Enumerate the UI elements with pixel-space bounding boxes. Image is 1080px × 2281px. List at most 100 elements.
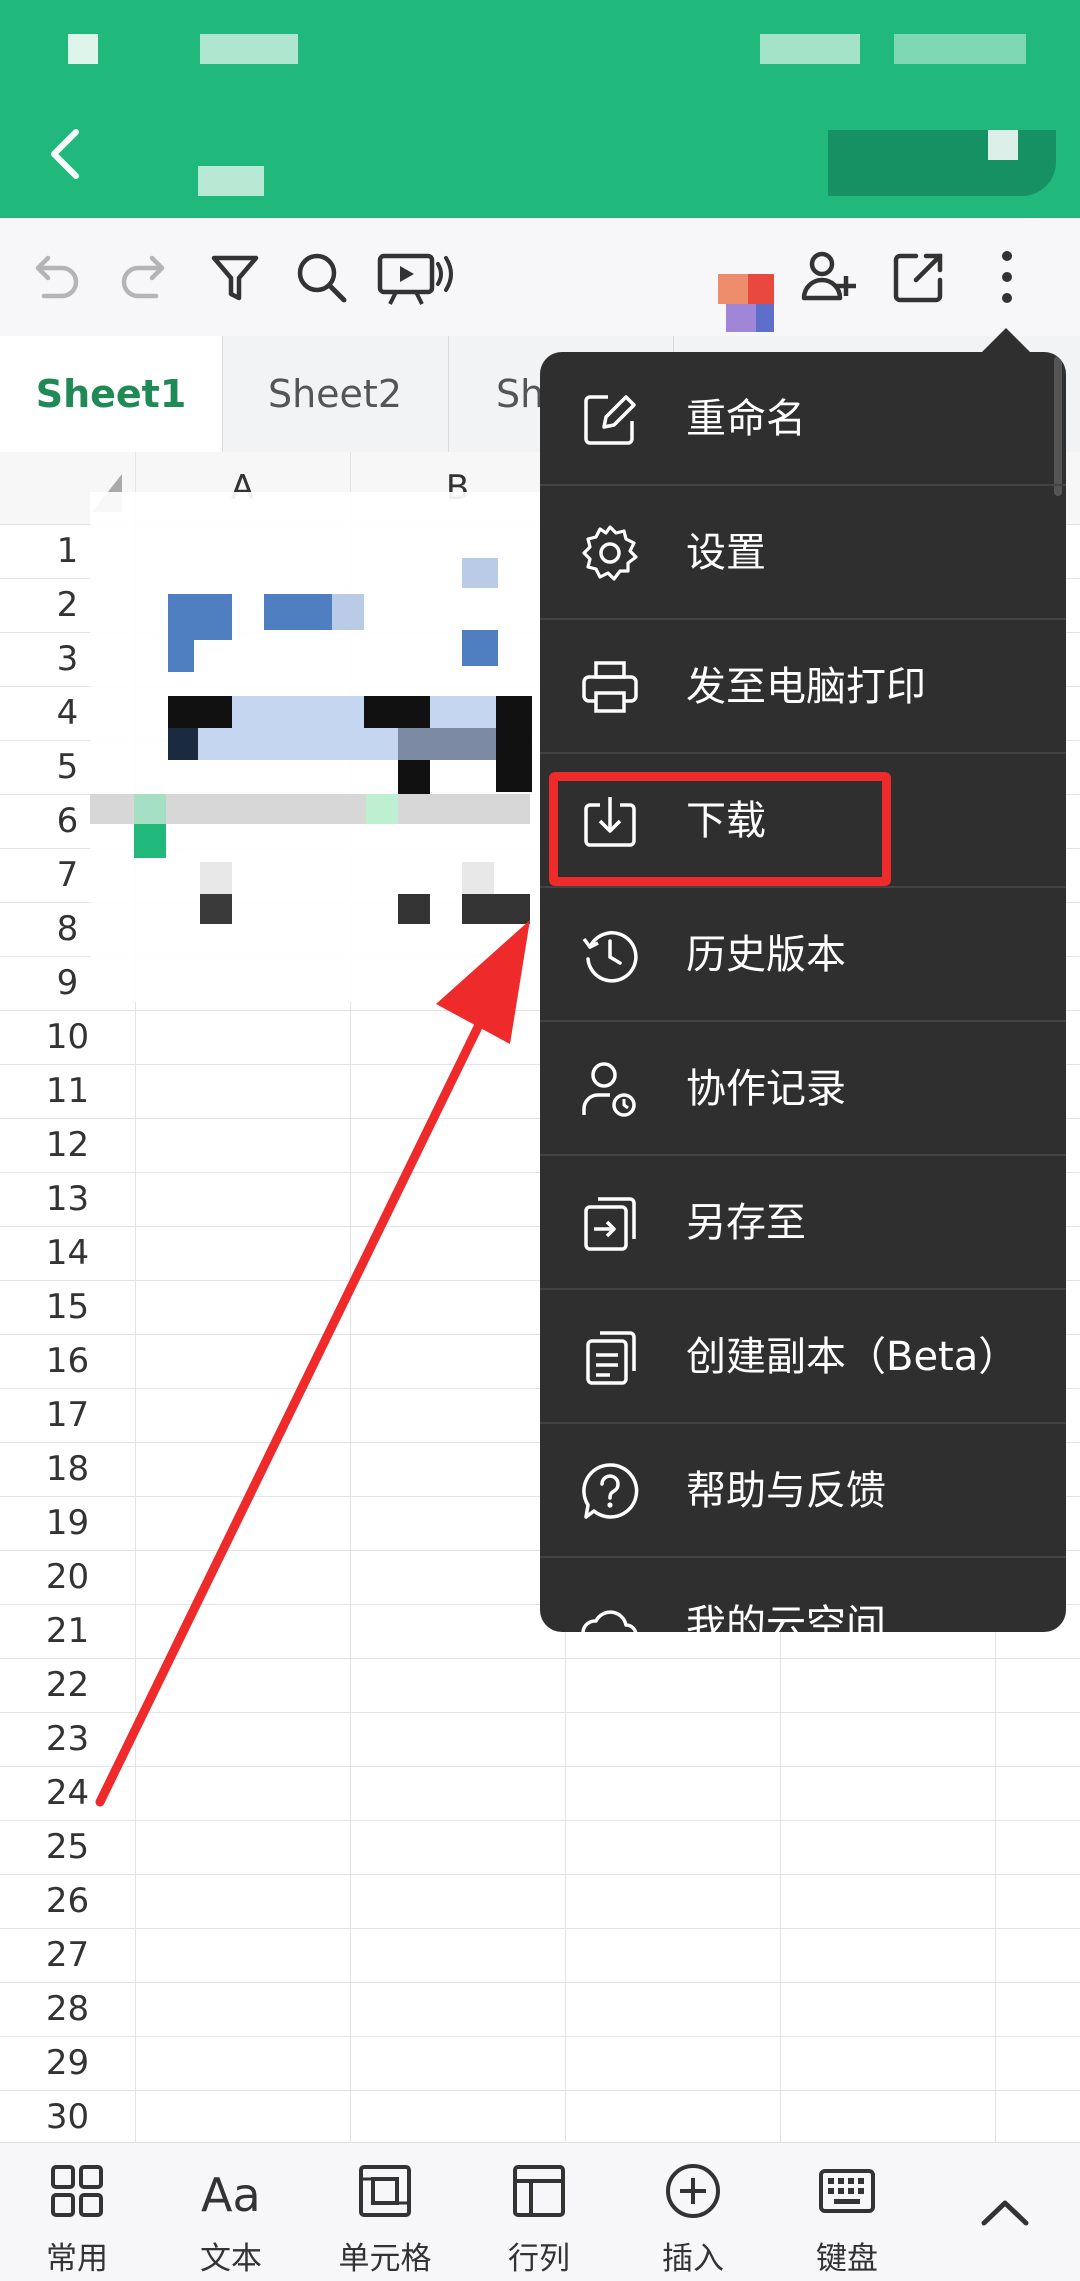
copy-document-icon <box>586 1331 636 1385</box>
row-header[interactable]: 11 <box>0 1064 135 1118</box>
row-gridline <box>0 1982 1080 1983</box>
redacted-title-block <box>168 594 232 640</box>
history-icon <box>582 931 638 983</box>
menu-item-cloud-space[interactable]: 我的云空间 <box>540 1558 1066 1632</box>
menu-item-label: 发至电脑打印 <box>686 664 926 710</box>
tab-sheet2[interactable]: Sheet2 <box>222 336 449 452</box>
cell-icon <box>359 2165 411 2217</box>
row-header[interactable]: 21 <box>0 1604 135 1658</box>
bottom-item-label: 单元格 <box>338 2241 432 2277</box>
bottom-item-cell[interactable]: 单元格 <box>308 2143 462 2281</box>
redacted-header-row <box>364 696 430 728</box>
row-header[interactable]: 28 <box>0 1982 135 2036</box>
svg-text:Aa: Aa <box>201 2168 261 2221</box>
menu-item-print[interactable]: 发至电脑打印 <box>540 620 1066 754</box>
filter-button[interactable] <box>202 244 268 310</box>
bottom-item-text[interactable]: Aa 文本 <box>154 2143 308 2281</box>
avatar-pixel-3 <box>726 304 756 332</box>
bottom-item-label: 行列 <box>508 2241 570 2277</box>
redacted-status-right <box>760 34 860 64</box>
add-collaborator-button[interactable] <box>796 244 862 310</box>
row-header[interactable]: 26 <box>0 1874 135 1928</box>
row-header[interactable]: 20 <box>0 1550 135 1604</box>
header-action-button[interactable] <box>828 130 1056 196</box>
row-gridline <box>0 1928 1080 1929</box>
avatar[interactable] <box>700 236 786 332</box>
app-header <box>0 0 1080 218</box>
row-header[interactable]: 24 <box>0 1766 135 1820</box>
redacted-title <box>198 166 264 196</box>
redacted-header-row <box>430 696 496 728</box>
chevron-up-icon <box>981 2200 1029 2226</box>
menu-item-history[interactable]: 历史版本 <box>540 888 1066 1022</box>
bottom-item-row-column[interactable]: 行列 <box>462 2143 616 2281</box>
printer-icon <box>582 661 638 713</box>
row-header[interactable]: 25 <box>0 1820 135 1874</box>
redacted-header-row <box>168 696 232 728</box>
row-header[interactable]: 10 <box>0 1010 135 1064</box>
bottom-item-keyboard[interactable]: 键盘 <box>770 2143 924 2281</box>
row-header[interactable]: 18 <box>0 1442 135 1496</box>
rename-icon <box>584 395 636 445</box>
share-button[interactable] <box>886 244 952 310</box>
redacted-title-block <box>168 640 194 672</box>
redo-button[interactable] <box>112 244 178 310</box>
redacted-row <box>496 728 532 792</box>
bottom-item-label: 常用 <box>46 2241 108 2277</box>
redacted-row-8 <box>200 862 232 894</box>
row-header[interactable]: 13 <box>0 1172 135 1226</box>
search-button[interactable] <box>288 244 354 310</box>
presentation-button[interactable] <box>374 244 458 310</box>
annotation-highlight-box <box>549 772 891 886</box>
row-header[interactable]: 19 <box>0 1496 135 1550</box>
share-icon <box>893 253 943 303</box>
redacted-action-label <box>988 130 1018 160</box>
help-icon <box>582 1463 639 1519</box>
row-header[interactable]: 16 <box>0 1334 135 1388</box>
row-gridline <box>0 2036 1080 2037</box>
redacted-header-row <box>232 696 364 728</box>
grid-icon <box>51 2165 103 2217</box>
row-gridline <box>0 1712 1080 1713</box>
row-header[interactable]: 14 <box>0 1226 135 1280</box>
row-header[interactable]: 12 <box>0 1118 135 1172</box>
bottom-item-insert[interactable]: 插入 <box>616 2143 770 2281</box>
collaborator-record-icon <box>582 1062 636 1117</box>
redacted-title-block <box>462 558 498 588</box>
row-header[interactable]: 23 <box>0 1712 135 1766</box>
menu-caret <box>980 328 1032 354</box>
redacted-row <box>398 728 498 760</box>
redacted-row <box>198 728 398 760</box>
row-header[interactable]: 27 <box>0 1928 135 1982</box>
more-icon <box>1002 251 1012 303</box>
redacted-row-8 <box>462 894 530 924</box>
redacted-status-time <box>200 34 298 64</box>
menu-item-save-to[interactable]: 另存至 <box>540 1156 1066 1290</box>
row-header[interactable]: 29 <box>0 2036 135 2090</box>
undo-button[interactable] <box>22 244 88 310</box>
row-column-icon <box>513 2165 565 2217</box>
menu-item-label: 设置 <box>686 530 766 576</box>
row-header[interactable]: 15 <box>0 1280 135 1334</box>
menu-item-label: 创建副本（Beta） <box>686 1334 1019 1380</box>
row-gridline <box>0 1820 1080 1821</box>
menu-item-collaboration-log[interactable]: 协作记录 <box>540 1022 1066 1156</box>
menu-item-label: 重命名 <box>686 396 806 442</box>
redacted-battery <box>894 34 1026 64</box>
more-button[interactable] <box>974 244 1040 310</box>
save-to-icon <box>584 1197 636 1251</box>
row-header[interactable]: 30 <box>0 2090 135 2142</box>
menu-item-create-copy[interactable]: 创建副本（Beta） <box>540 1290 1066 1424</box>
row-header[interactable]: 17 <box>0 1388 135 1442</box>
bottom-item-common[interactable]: 常用 <box>0 2143 154 2281</box>
menu-item-settings[interactable]: 设置 <box>540 486 1066 620</box>
tab-sheet1[interactable]: Sheet1 <box>0 336 223 452</box>
add-collaborator-icon <box>801 251 856 301</box>
back-button[interactable] <box>34 118 104 188</box>
menu-item-rename[interactable]: 重命名 <box>540 352 1066 486</box>
collapse-toolbar-button[interactable] <box>970 2183 1040 2243</box>
row-header[interactable]: 22 <box>0 1658 135 1712</box>
redacted-row-7 <box>134 824 166 858</box>
menu-item-help[interactable]: 帮助与反馈 <box>540 1424 1066 1558</box>
cloud-icon <box>581 1610 638 1632</box>
